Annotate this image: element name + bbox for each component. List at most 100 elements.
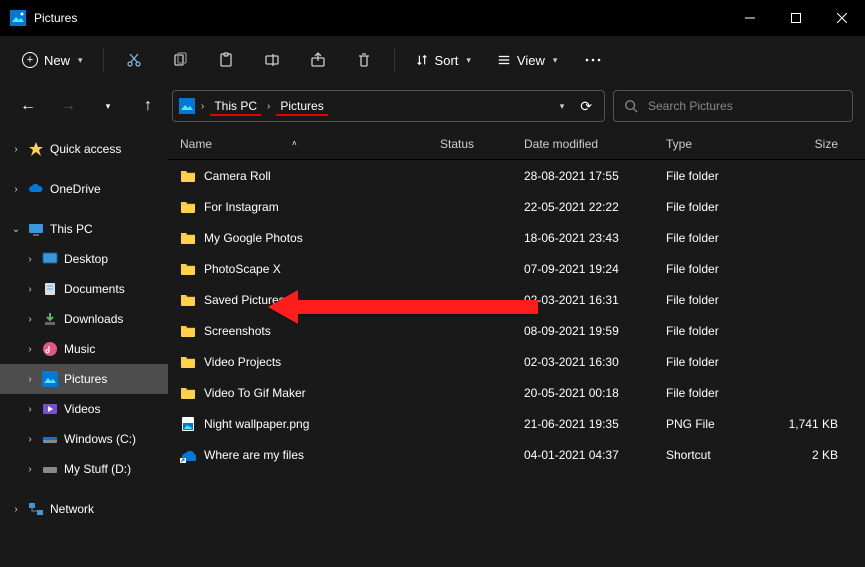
file-name: Screenshots xyxy=(204,324,271,338)
recent-button[interactable]: ▾ xyxy=(92,90,124,122)
column-size[interactable]: Size xyxy=(776,128,848,159)
file-name: Video Projects xyxy=(204,355,281,369)
table-row[interactable]: For Instagram22-05-2021 22:22File folder xyxy=(168,191,865,222)
navbar: ← → ▾ ↑ › This PC › Pictures ▾ ⟳ xyxy=(0,84,865,128)
cut-button[interactable] xyxy=(114,42,154,78)
separator xyxy=(103,48,104,72)
breadcrumb[interactable]: This PC xyxy=(210,97,261,116)
file-date: 18-06-2021 23:43 xyxy=(512,231,654,245)
table-row[interactable]: PhotoScape X07-09-2021 19:24File folder xyxy=(168,253,865,284)
search-box[interactable] xyxy=(613,90,853,122)
chevron-right-icon: › xyxy=(24,344,36,355)
chevron-right-icon: › xyxy=(10,504,22,515)
share-button[interactable] xyxy=(298,42,338,78)
file-name: PhotoScape X xyxy=(204,262,281,276)
shortcut-icon xyxy=(180,447,196,463)
file-type: File folder xyxy=(654,293,776,307)
column-type[interactable]: Type xyxy=(654,128,776,159)
file-type: File folder xyxy=(654,231,776,245)
pictures-icon xyxy=(179,98,195,114)
folder-icon xyxy=(180,199,196,215)
chevron-down-icon[interactable]: ▾ xyxy=(554,97,571,116)
separator xyxy=(394,48,395,72)
file-type: File folder xyxy=(654,262,776,276)
table-row[interactable]: Video To Gif Maker20-05-2021 00:18File f… xyxy=(168,377,865,408)
refresh-button[interactable]: ⟳ xyxy=(574,94,598,119)
chevron-right-icon: › xyxy=(24,254,36,265)
file-size: 2 KB xyxy=(776,448,848,462)
sort-icon xyxy=(415,53,429,67)
address-bar[interactable]: › This PC › Pictures ▾ ⟳ xyxy=(172,90,605,122)
star-icon xyxy=(28,141,44,157)
table-row[interactable]: Saved Pictures02-03-2021 16:31File folde… xyxy=(168,284,865,315)
file-date: 02-03-2021 16:30 xyxy=(512,355,654,369)
breadcrumb[interactable]: Pictures xyxy=(276,97,327,116)
table-row[interactable]: My Google Photos18-06-2021 23:43File fol… xyxy=(168,222,865,253)
table-row[interactable]: Video Projects 02-03-2021 16:30File folde… xyxy=(168,346,865,377)
view-label: View xyxy=(517,53,545,68)
file-name: Where are my files xyxy=(204,448,304,462)
sidebar-item-mystuff-d[interactable]: ›My Stuff (D:) xyxy=(0,454,168,484)
network-icon xyxy=(28,501,44,517)
chevron-right-icon[interactable]: › xyxy=(265,101,272,112)
app-icon xyxy=(10,10,26,26)
column-date[interactable]: Date modified xyxy=(512,128,654,159)
chevron-right-icon: › xyxy=(24,464,36,475)
more-button[interactable] xyxy=(573,42,613,78)
sidebar-item-onedrive[interactable]: ›OneDrive xyxy=(0,174,168,204)
column-status[interactable]: Status xyxy=(428,128,512,159)
folder-icon xyxy=(180,385,196,401)
up-button[interactable]: ↑ xyxy=(132,90,164,122)
chevron-right-icon: › xyxy=(10,184,22,195)
view-button[interactable]: View ▾ xyxy=(487,42,567,78)
file-date: 20-05-2021 00:18 xyxy=(512,386,654,400)
back-button[interactable]: ← xyxy=(12,90,44,122)
rename-button[interactable] xyxy=(252,42,292,78)
sidebar-item-quickaccess[interactable]: ›Quick access xyxy=(0,134,168,164)
table-row[interactable]: Camera Roll28-08-2021 17:55File folder xyxy=(168,160,865,191)
sidebar-item-downloads[interactable]: ›Downloads xyxy=(0,304,168,334)
file-type: PNG File xyxy=(654,417,776,431)
file-date: 02-03-2021 16:31 xyxy=(512,293,654,307)
file-type: File folder xyxy=(654,355,776,369)
maximize-button[interactable] xyxy=(773,0,819,36)
minimize-button[interactable] xyxy=(727,0,773,36)
table-row[interactable]: Screenshots08-09-2021 19:59File folder xyxy=(168,315,865,346)
sort-button[interactable]: Sort ▾ xyxy=(405,42,481,78)
chevron-right-icon: › xyxy=(24,314,36,325)
file-name: For Instagram xyxy=(204,200,279,214)
file-date: 22-05-2021 22:22 xyxy=(512,200,654,214)
sidebar-item-music[interactable]: ›Music xyxy=(0,334,168,364)
main: ›Quick access ›OneDrive ⌄This PC ›Deskto… xyxy=(0,128,865,567)
table-row[interactable]: Night wallpaper.png21-06-2021 19:35PNG F… xyxy=(168,408,865,439)
chevron-right-icon[interactable]: › xyxy=(199,101,206,112)
music-icon xyxy=(42,341,58,357)
sidebar-item-thispc[interactable]: ⌄This PC xyxy=(0,214,168,244)
sidebar-item-network[interactable]: ›Network xyxy=(0,494,168,524)
folder-icon xyxy=(180,354,196,370)
delete-button[interactable] xyxy=(344,42,384,78)
pc-icon xyxy=(28,221,44,237)
chevron-down-icon: ▾ xyxy=(466,55,471,66)
column-name[interactable]: Name˄ xyxy=(168,128,428,159)
table-row[interactable]: Where are my files04-01-2021 04:37Shortc… xyxy=(168,439,865,470)
window-title: Pictures xyxy=(34,11,727,25)
new-button[interactable]: + New ▾ xyxy=(12,42,93,78)
sidebar-item-desktop[interactable]: ›Desktop xyxy=(0,244,168,274)
desktop-icon xyxy=(42,251,58,267)
close-button[interactable] xyxy=(819,0,865,36)
chevron-right-icon: › xyxy=(10,144,22,155)
sidebar-item-videos[interactable]: ›Videos xyxy=(0,394,168,424)
sidebar-item-windows-c[interactable]: ›Windows (C:) xyxy=(0,424,168,454)
file-type: File folder xyxy=(654,386,776,400)
paste-button[interactable] xyxy=(206,42,246,78)
search-input[interactable] xyxy=(648,99,842,113)
sidebar-item-documents[interactable]: ›Documents xyxy=(0,274,168,304)
sidebar-item-pictures[interactable]: ›Pictures xyxy=(0,364,168,394)
file-size: 1,741 KB xyxy=(776,417,848,431)
drive-icon xyxy=(42,431,58,447)
file-name: Camera Roll xyxy=(204,169,271,183)
chevron-right-icon: › xyxy=(24,404,36,415)
copy-button[interactable] xyxy=(160,42,200,78)
forward-button[interactable]: → xyxy=(52,90,84,122)
